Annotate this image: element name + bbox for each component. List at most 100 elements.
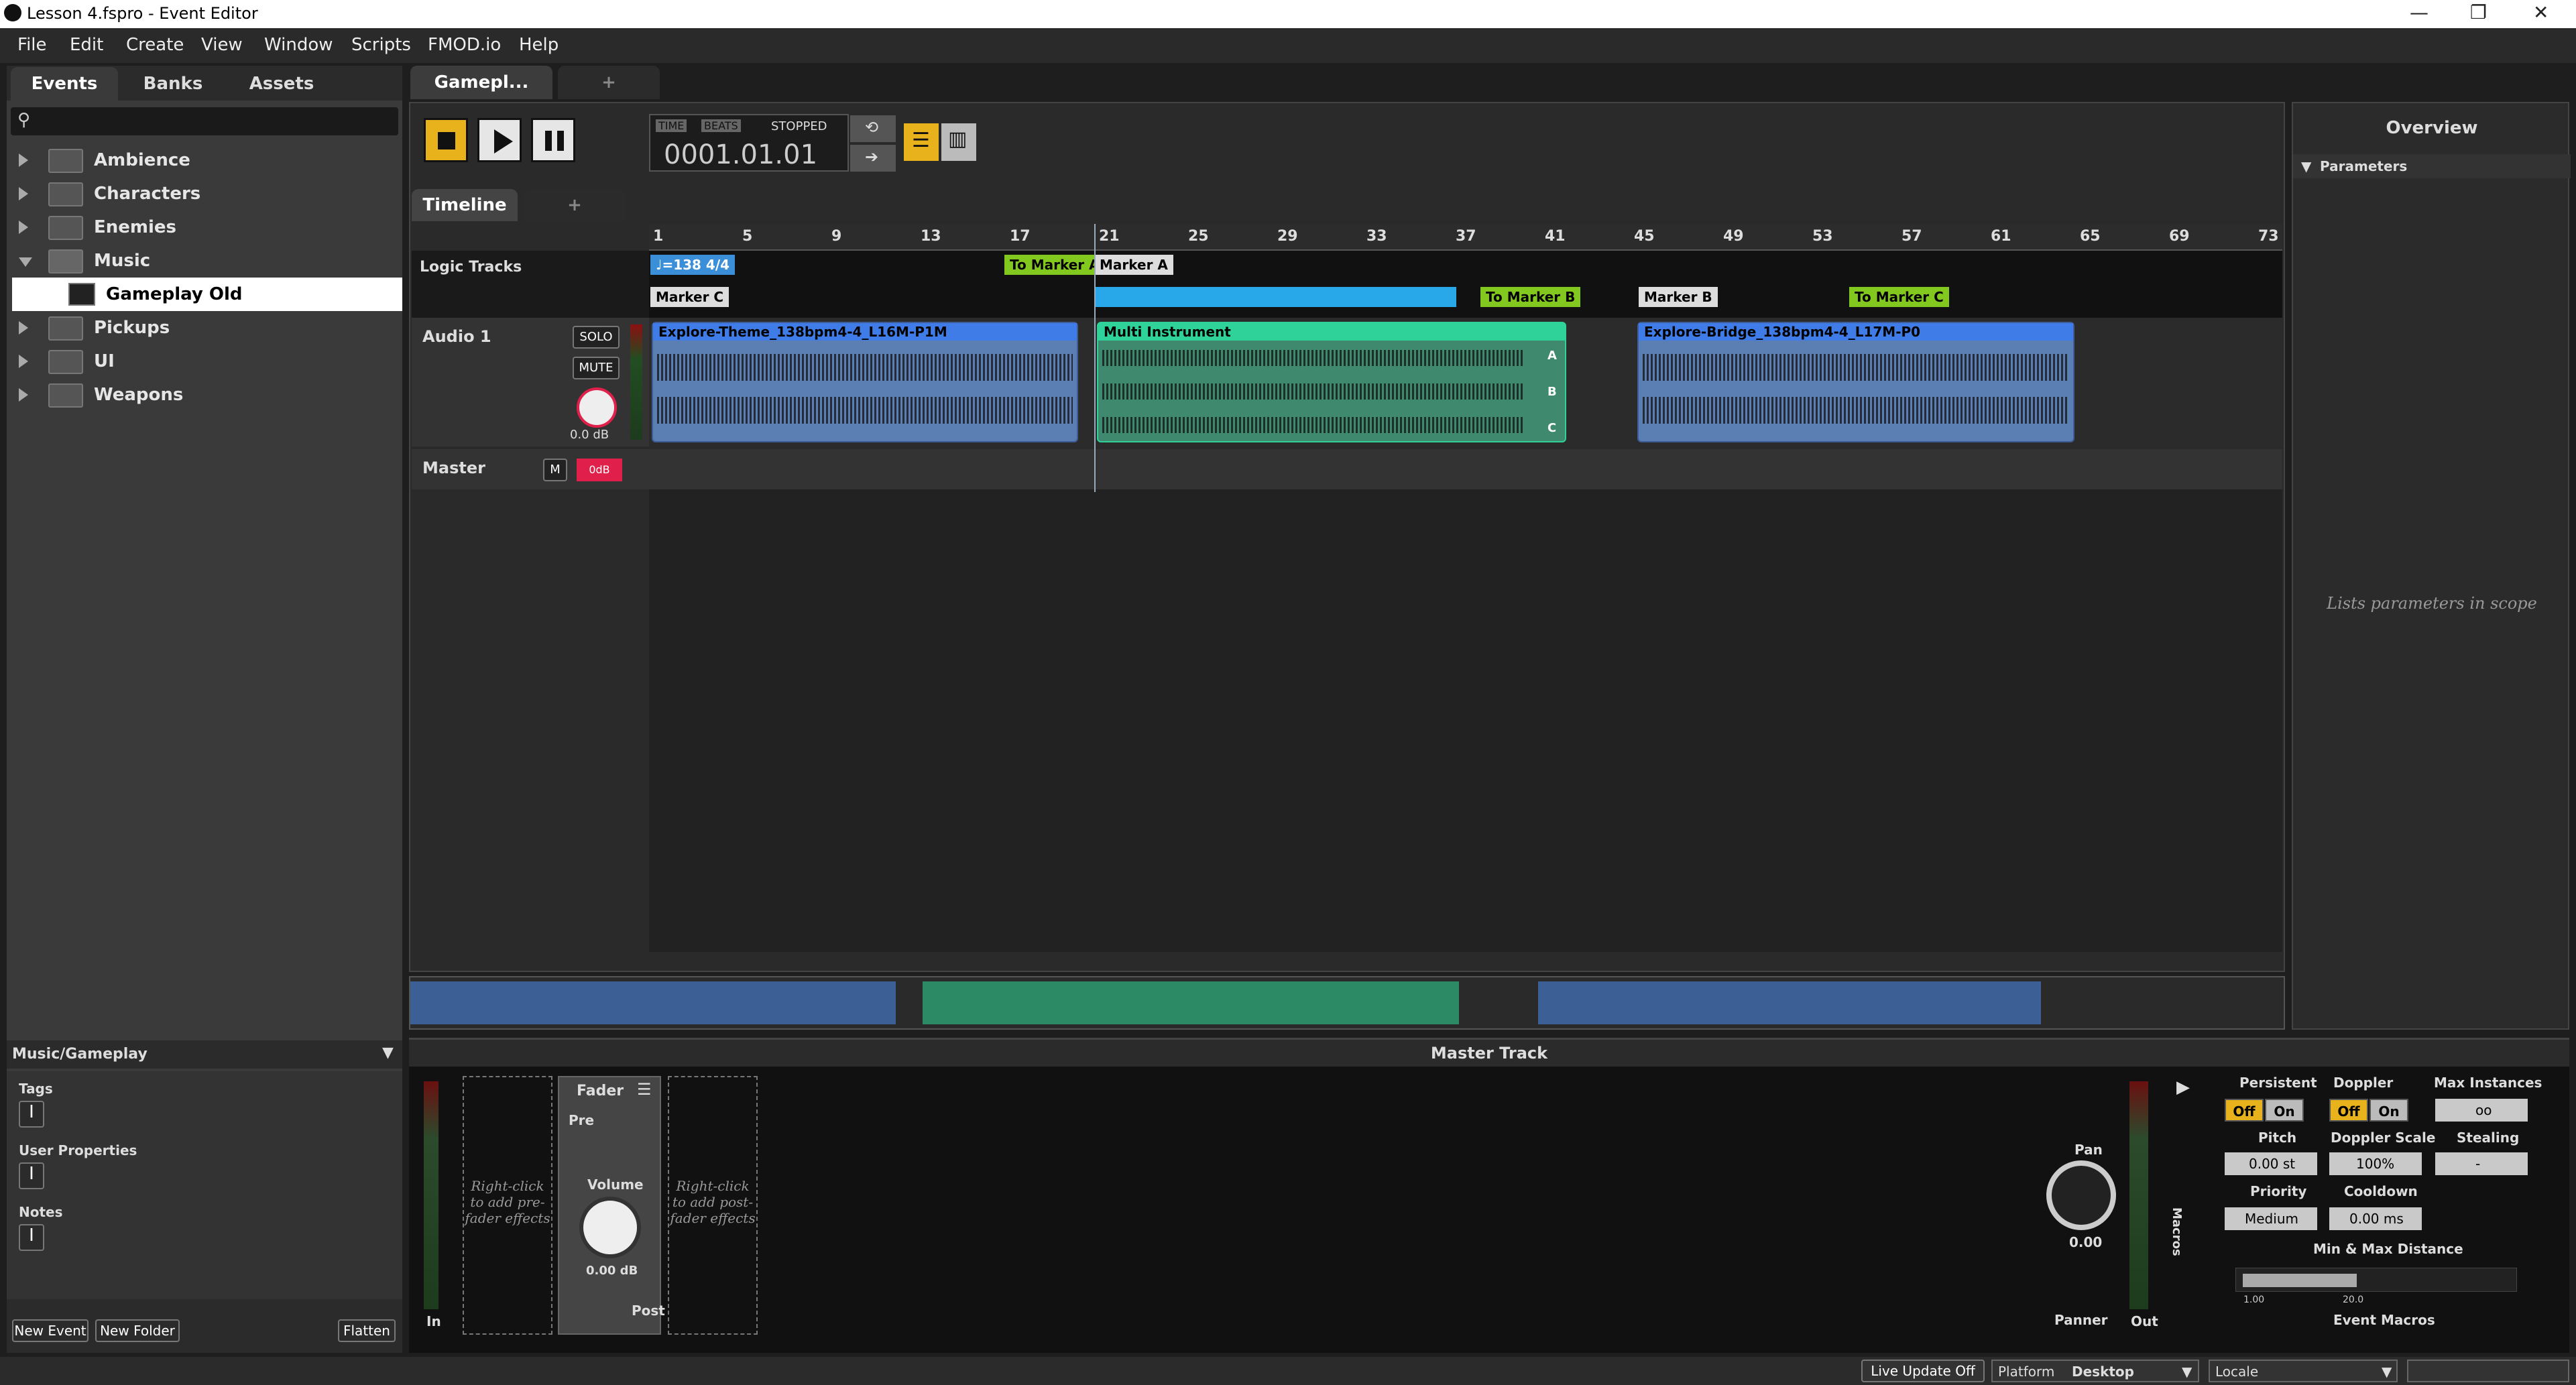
persistent-on-button[interactable]: On — [2265, 1099, 2304, 1122]
notes-edit-icon[interactable]: I — [19, 1224, 44, 1251]
playhead[interactable] — [1094, 224, 1096, 492]
pre-fader-effects-slot[interactable]: Right-click to add pre-fader effects — [463, 1076, 552, 1335]
folder-music[interactable]: Music — [16, 244, 405, 278]
transition-to-marker-b[interactable]: To Marker B — [1480, 287, 1581, 307]
pan-knob[interactable] — [2046, 1160, 2116, 1230]
logic-track-lane[interactable]: ♩=138 4/4 Marker C To Marker A Marker A … — [649, 251, 2282, 318]
folder-enemies[interactable]: Enemies — [16, 210, 405, 244]
play-button[interactable] — [477, 118, 522, 162]
minimize-button[interactable]: — — [2410, 1, 2428, 23]
chevron-down-icon[interactable]: ▼ — [382, 1044, 394, 1061]
pause-button[interactable] — [531, 118, 575, 162]
menu-create[interactable]: Create — [126, 35, 184, 55]
folder-pickups[interactable]: Pickups — [16, 311, 405, 345]
follow-button[interactable]: ➔ — [850, 145, 896, 172]
stealing-dropdown[interactable]: - — [2435, 1152, 2528, 1175]
fader-volume-knob[interactable] — [579, 1197, 641, 1258]
marker-a[interactable]: Marker A — [1094, 255, 1173, 275]
menu-scripts[interactable]: Scripts — [351, 35, 411, 55]
grid-view-button[interactable]: ▥ — [941, 123, 976, 161]
folder-weapons[interactable]: Weapons — [16, 378, 405, 412]
max-instances-field[interactable]: oo — [2435, 1099, 2528, 1122]
time-mode-button[interactable]: TIME — [656, 119, 687, 132]
priority-field[interactable]: Medium — [2225, 1207, 2317, 1230]
tags-edit-icon[interactable]: I — [19, 1101, 44, 1128]
timeline-view-button[interactable]: ☰ — [904, 123, 939, 161]
expand-icon[interactable] — [19, 221, 28, 234]
parameters-section[interactable]: ▼ Parameters — [2293, 154, 2571, 178]
master-track-header[interactable]: Master M 0dB — [412, 449, 649, 489]
doppler-off-button[interactable]: Off — [2329, 1099, 2368, 1122]
collapse-icon[interactable] — [19, 257, 32, 267]
volume-knob[interactable] — [577, 387, 617, 428]
live-update-button[interactable]: Live Update Off — [1861, 1360, 1985, 1382]
tab-event-gameplay[interactable]: Gamepl... — [410, 66, 552, 99]
doppler-scale-field[interactable]: 100% — [2329, 1152, 2422, 1175]
locale-dropdown[interactable]: Locale ▼ — [2209, 1360, 2398, 1382]
playlist-item-b[interactable]: B — [1547, 385, 1557, 399]
expand-icon[interactable] — [19, 187, 28, 200]
search-box[interactable]: ⚲ — [11, 107, 398, 135]
tab-events[interactable]: Events — [11, 67, 118, 101]
audio-clip-explore-theme[interactable]: Explore-Theme_138bpm4-4_L16M-P1M — [652, 322, 1078, 442]
menu-icon[interactable]: ☰ — [637, 1080, 652, 1099]
audio-track-header[interactable]: Audio 1 SOLO MUTE 0.0 dB — [412, 318, 649, 446]
expand-icon[interactable] — [19, 388, 28, 402]
fader-module[interactable]: Fader ☰ Pre Volume 0.00 dB Post — [558, 1076, 665, 1335]
tab-banks[interactable]: Banks — [121, 67, 225, 101]
new-folder-button[interactable]: New Folder — [95, 1319, 180, 1342]
playlist-item-c[interactable]: C — [1547, 421, 1556, 435]
flatten-button[interactable]: Flatten — [338, 1319, 396, 1342]
beats-mode-button[interactable]: BEATS — [701, 119, 741, 132]
menu-edit[interactable]: Edit — [70, 35, 103, 55]
folder-ambience[interactable]: Ambience — [16, 143, 405, 177]
timeline-overview[interactable] — [409, 976, 2285, 1030]
stop-button[interactable] — [424, 118, 468, 162]
multi-instrument-clip[interactable]: Multi Instrument A B C — [1097, 322, 1566, 442]
audio-track-lane[interactable]: Explore-Theme_138bpm4-4_L16M-P1M Multi I… — [649, 318, 2282, 446]
tab-timeline[interactable]: Timeline — [412, 189, 518, 221]
playlist-item-a[interactable]: A — [1547, 349, 1557, 363]
solo-button[interactable]: SOLO — [573, 326, 620, 349]
add-event-tab-button[interactable]: + — [558, 66, 660, 99]
add-parameter-tab-button[interactable]: + — [523, 189, 626, 221]
transition-to-marker-c[interactable]: To Marker C — [1849, 287, 1949, 307]
doppler-on-button[interactable]: On — [2369, 1099, 2408, 1122]
audio-clip-explore-bridge[interactable]: Explore-Bridge_138bpm4-4_L17M-P0 — [1637, 322, 2074, 442]
search-input[interactable] — [40, 110, 389, 131]
master-mute-button[interactable]: M — [543, 459, 567, 481]
event-gameplay-old[interactable]: Gameplay Old — [12, 278, 402, 311]
menu-view[interactable]: View — [201, 35, 243, 55]
master-track-lane[interactable] — [649, 449, 2282, 489]
expand-icon[interactable] — [19, 355, 28, 368]
master-volume-control[interactable]: 0dB — [577, 459, 622, 481]
expand-icon[interactable] — [19, 321, 28, 335]
folder-ui[interactable]: UI — [16, 345, 405, 378]
transition-to-marker-a[interactable]: To Marker A — [1004, 255, 1105, 275]
folder-characters[interactable]: Characters — [16, 177, 405, 210]
distance-slider[interactable] — [2235, 1268, 2517, 1292]
menu-help[interactable]: Help — [519, 35, 559, 55]
timeline-ruler[interactable]: 1 5 9 13 17 21 25 29 33 37 41 45 49 53 57 61 65 69 73 — [649, 224, 2282, 251]
platform-dropdown[interactable]: Platform Desktop ▼ — [1991, 1360, 2199, 1382]
mute-button[interactable]: MUTE — [573, 357, 620, 379]
marker-c[interactable]: Marker C — [650, 287, 729, 307]
pitch-field[interactable]: 0.00 st — [2225, 1152, 2317, 1175]
loop-region[interactable] — [1094, 287, 1456, 307]
user-properties-edit-icon[interactable]: I — [19, 1162, 44, 1189]
loop-button[interactable]: ⟲ — [850, 115, 896, 142]
menu-fmodio[interactable]: FMOD.io — [428, 35, 501, 55]
persistent-off-button[interactable]: Off — [2225, 1099, 2264, 1122]
cooldown-field[interactable]: 0.00 ms — [2329, 1207, 2422, 1230]
post-fader-effects-slot[interactable]: Right-click to add post-fader effects — [668, 1076, 758, 1335]
restore-button[interactable]: ❐ — [2470, 1, 2487, 23]
empty-track-area[interactable] — [649, 489, 2282, 952]
marker-b[interactable]: Marker B — [1639, 287, 1718, 307]
expand-parameters-icon[interactable]: ▼ — [2301, 158, 2311, 174]
menu-file[interactable]: File — [17, 35, 47, 55]
menu-window[interactable]: Window — [264, 35, 333, 55]
close-button[interactable]: ✕ — [2533, 1, 2549, 23]
new-event-button[interactable]: New Event — [12, 1319, 89, 1342]
expand-icon[interactable] — [19, 154, 28, 167]
tab-assets[interactable]: Assets — [228, 67, 335, 101]
